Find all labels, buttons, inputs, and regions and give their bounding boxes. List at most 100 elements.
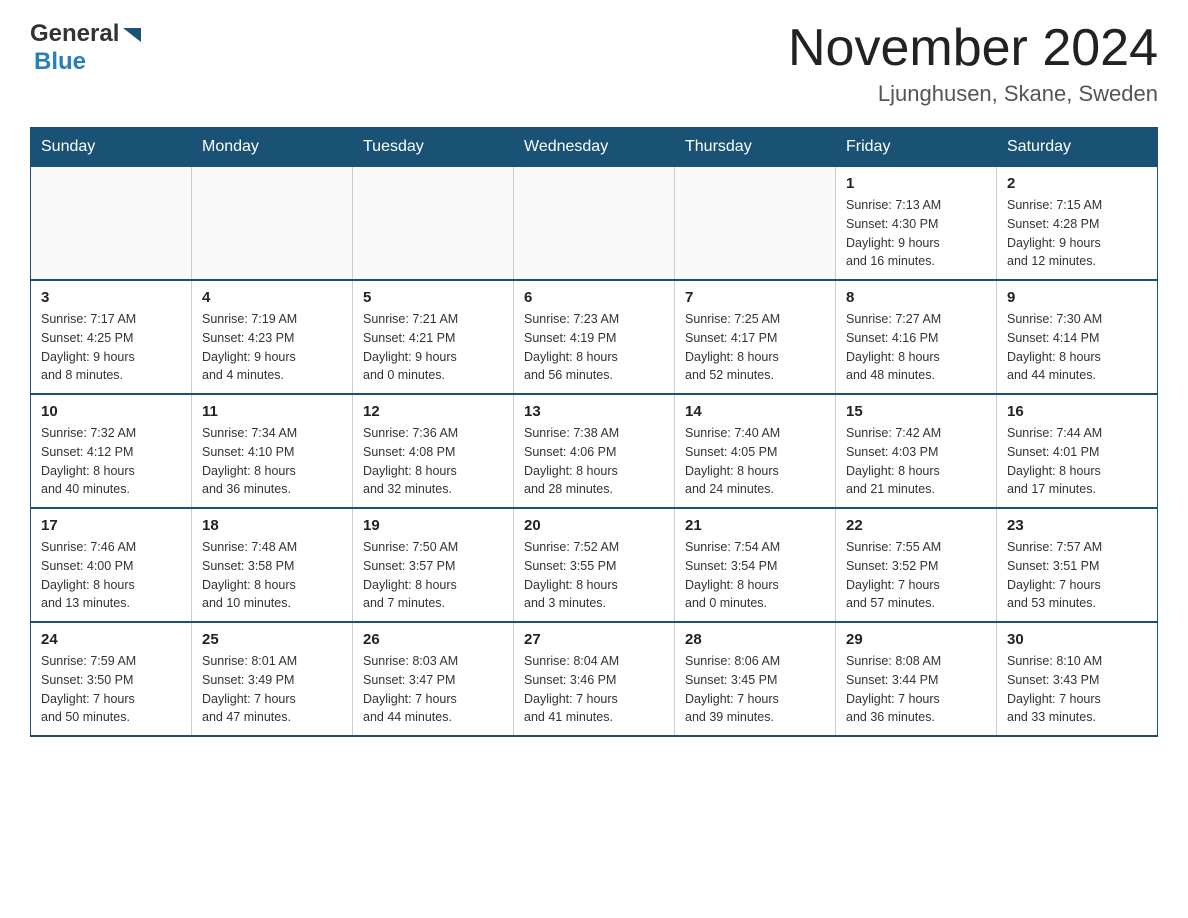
calendar-cell: 12Sunrise: 7:36 AM Sunset: 4:08 PM Dayli… <box>353 394 514 508</box>
day-info: Sunrise: 8:08 AM Sunset: 3:44 PM Dayligh… <box>846 652 986 727</box>
day-info: Sunrise: 7:21 AM Sunset: 4:21 PM Dayligh… <box>363 310 503 385</box>
calendar-cell: 10Sunrise: 7:32 AM Sunset: 4:12 PM Dayli… <box>31 394 192 508</box>
calendar-cell: 28 Sunrise: 8:06 AM Sunset: 3:45 PM Dayli… <box>675 622 836 736</box>
calendar-cell <box>353 167 514 281</box>
day-number: 24 <box>41 631 181 648</box>
day-info: Sunrise: 8:01 AM Sunset: 3:49 PM Dayligh… <box>202 652 342 727</box>
calendar-cell: 9 Sunrise: 7:30 AM Sunset: 4:14 PM Daylig… <box>997 280 1158 394</box>
calendar-table: SundayMondayTuesdayWednesdayThursdayFrid… <box>30 127 1158 737</box>
calendar-cell: 27 Sunrise: 8:04 AM Sunset: 3:46 PM Dayli… <box>514 622 675 736</box>
calendar-cell: 5 Sunrise: 7:21 AM Sunset: 4:21 PM Daylig… <box>353 280 514 394</box>
day-number: 2 <box>1007 175 1147 192</box>
day-number: 1 <box>846 175 986 192</box>
calendar-cell: 15Sunrise: 7:42 AM Sunset: 4:03 PM Dayli… <box>836 394 997 508</box>
day-number: 3 <box>41 289 181 306</box>
calendar-cell: 21 Sunrise: 7:54 AM Sunset: 3:54 PM Dayli… <box>675 508 836 622</box>
day-info: Sunrise: 7:15 AM Sunset: 4:28 PM Dayligh… <box>1007 196 1147 271</box>
day-number: 30 <box>1007 631 1147 648</box>
day-info: Sunrise: 7:38 AM Sunset: 4:06 PM Dayligh… <box>524 424 664 499</box>
day-number: 23 <box>1007 517 1147 534</box>
day-info: Sunrise: 7:32 AM Sunset: 4:12 PM Dayligh… <box>41 424 181 499</box>
calendar-cell <box>31 167 192 281</box>
day-number: 13 <box>524 403 664 420</box>
col-header-friday: Friday <box>836 128 997 167</box>
day-number: 18 <box>202 517 342 534</box>
day-info: Sunrise: 7:13 AM Sunset: 4:30 PM Dayligh… <box>846 196 986 271</box>
calendar-cell: 29Sunrise: 8:08 AM Sunset: 3:44 PM Dayli… <box>836 622 997 736</box>
day-number: 25 <box>202 631 342 648</box>
col-header-thursday: Thursday <box>675 128 836 167</box>
week-row-3: 10Sunrise: 7:32 AM Sunset: 4:12 PM Dayli… <box>31 394 1158 508</box>
day-number: 12 <box>363 403 503 420</box>
calendar-title: November 2024 <box>788 20 1158 77</box>
calendar-cell: 18 Sunrise: 7:48 AM Sunset: 3:58 PM Dayli… <box>192 508 353 622</box>
day-number: 27 <box>524 631 664 648</box>
calendar-cell: 4Sunrise: 7:19 AM Sunset: 4:23 PM Daylig… <box>192 280 353 394</box>
calendar-cell: 14Sunrise: 7:40 AM Sunset: 4:05 PM Dayli… <box>675 394 836 508</box>
day-info: Sunrise: 7:57 AM Sunset: 3:51 PM Dayligh… <box>1007 538 1147 613</box>
day-info: Sunrise: 7:27 AM Sunset: 4:16 PM Dayligh… <box>846 310 986 385</box>
calendar-cell: 19 Sunrise: 7:50 AM Sunset: 3:57 PM Dayli… <box>353 508 514 622</box>
day-number: 14 <box>685 403 825 420</box>
calendar-cell: 24Sunrise: 7:59 AM Sunset: 3:50 PM Dayli… <box>31 622 192 736</box>
day-info: Sunrise: 8:04 AM Sunset: 3:46 PM Dayligh… <box>524 652 664 727</box>
day-info: Sunrise: 7:50 AM Sunset: 3:57 PM Dayligh… <box>363 538 503 613</box>
day-number: 16 <box>1007 403 1147 420</box>
calendar-subtitle: Ljunghusen, Skane, Sweden <box>788 81 1158 107</box>
day-info: Sunrise: 7:48 AM Sunset: 3:58 PM Dayligh… <box>202 538 342 613</box>
day-number: 20 <box>524 517 664 534</box>
week-row-5: 24Sunrise: 7:59 AM Sunset: 3:50 PM Dayli… <box>31 622 1158 736</box>
day-number: 17 <box>41 517 181 534</box>
day-info: Sunrise: 7:19 AM Sunset: 4:23 PM Dayligh… <box>202 310 342 385</box>
calendar-header-row: SundayMondayTuesdayWednesdayThursdayFrid… <box>31 128 1158 167</box>
calendar-cell: 7 Sunrise: 7:25 AM Sunset: 4:17 PM Daylig… <box>675 280 836 394</box>
day-info: Sunrise: 7:30 AM Sunset: 4:14 PM Dayligh… <box>1007 310 1147 385</box>
week-row-4: 17Sunrise: 7:46 AM Sunset: 4:00 PM Dayli… <box>31 508 1158 622</box>
day-number: 28 <box>685 631 825 648</box>
day-number: 6 <box>524 289 664 306</box>
calendar-cell: 11 Sunrise: 7:34 AM Sunset: 4:10 PM Dayli… <box>192 394 353 508</box>
day-number: 22 <box>846 517 986 534</box>
calendar-cell <box>192 167 353 281</box>
calendar-cell: 3 Sunrise: 7:17 AM Sunset: 4:25 PM Daylig… <box>31 280 192 394</box>
calendar-cell: 2 Sunrise: 7:15 AM Sunset: 4:28 PM Daylig… <box>997 167 1158 281</box>
day-info: Sunrise: 8:03 AM Sunset: 3:47 PM Dayligh… <box>363 652 503 727</box>
day-number: 19 <box>363 517 503 534</box>
calendar-cell: 26Sunrise: 8:03 AM Sunset: 3:47 PM Dayli… <box>353 622 514 736</box>
calendar-cell: 13 Sunrise: 7:38 AM Sunset: 4:06 PM Dayli… <box>514 394 675 508</box>
col-header-sunday: Sunday <box>31 128 192 167</box>
calendar-cell: 6 Sunrise: 7:23 AM Sunset: 4:19 PM Daylig… <box>514 280 675 394</box>
calendar-cell: 16 Sunrise: 7:44 AM Sunset: 4:01 PM Dayli… <box>997 394 1158 508</box>
calendar-cell: 20 Sunrise: 7:52 AM Sunset: 3:55 PM Dayli… <box>514 508 675 622</box>
day-number: 9 <box>1007 289 1147 306</box>
col-header-tuesday: Tuesday <box>353 128 514 167</box>
day-number: 15 <box>846 403 986 420</box>
calendar-cell: 23 Sunrise: 7:57 AM Sunset: 3:51 PM Dayli… <box>997 508 1158 622</box>
day-info: Sunrise: 7:52 AM Sunset: 3:55 PM Dayligh… <box>524 538 664 613</box>
day-info: Sunrise: 7:54 AM Sunset: 3:54 PM Dayligh… <box>685 538 825 613</box>
col-header-monday: Monday <box>192 128 353 167</box>
day-number: 5 <box>363 289 503 306</box>
calendar-cell: 30 Sunrise: 8:10 AM Sunset: 3:43 PM Dayli… <box>997 622 1158 736</box>
title-block: November 2024 Ljunghusen, Skane, Sweden <box>788 20 1158 107</box>
col-header-wednesday: Wednesday <box>514 128 675 167</box>
logo: General Blue <box>30 20 143 76</box>
day-number: 21 <box>685 517 825 534</box>
week-row-1: 1 Sunrise: 7:13 AM Sunset: 4:30 PM Daylig… <box>31 167 1158 281</box>
day-info: Sunrise: 7:44 AM Sunset: 4:01 PM Dayligh… <box>1007 424 1147 499</box>
day-number: 7 <box>685 289 825 306</box>
day-info: Sunrise: 7:23 AM Sunset: 4:19 PM Dayligh… <box>524 310 664 385</box>
calendar-cell: 22Sunrise: 7:55 AM Sunset: 3:52 PM Dayli… <box>836 508 997 622</box>
logo-general-text: General <box>30 20 119 48</box>
calendar-cell <box>514 167 675 281</box>
page-header: General Blue November 2024 Ljunghusen, S… <box>30 20 1158 107</box>
day-info: Sunrise: 7:34 AM Sunset: 4:10 PM Dayligh… <box>202 424 342 499</box>
day-info: Sunrise: 8:06 AM Sunset: 3:45 PM Dayligh… <box>685 652 825 727</box>
calendar-cell: 17Sunrise: 7:46 AM Sunset: 4:00 PM Dayli… <box>31 508 192 622</box>
logo-triangle-icon <box>121 24 143 46</box>
day-info: Sunrise: 7:25 AM Sunset: 4:17 PM Dayligh… <box>685 310 825 385</box>
logo-blue-text: Blue <box>34 48 143 76</box>
day-info: Sunrise: 8:10 AM Sunset: 3:43 PM Dayligh… <box>1007 652 1147 727</box>
day-number: 11 <box>202 403 342 420</box>
day-info: Sunrise: 7:17 AM Sunset: 4:25 PM Dayligh… <box>41 310 181 385</box>
